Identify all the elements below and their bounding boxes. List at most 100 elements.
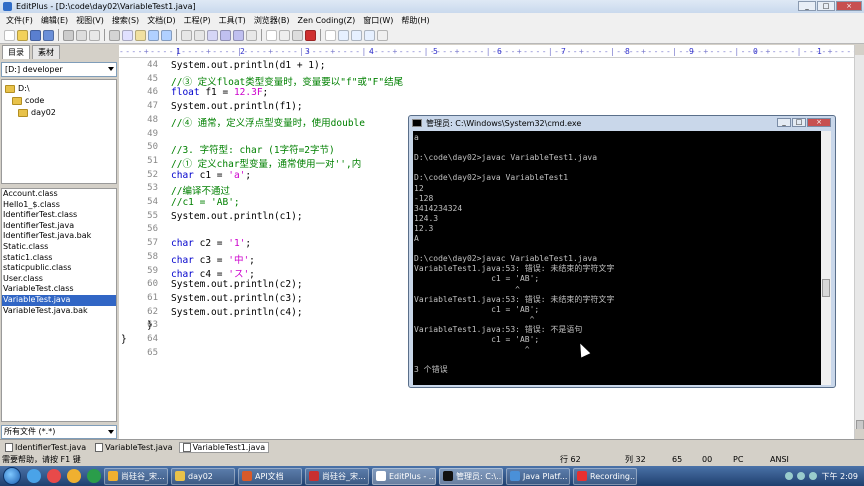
save-icon[interactable] [30, 29, 41, 41]
tab-cliptext[interactable]: 素材 [32, 45, 60, 59]
browser-view-icon[interactable] [325, 29, 336, 41]
check-icon[interactable] [305, 29, 316, 41]
minimize-button[interactable]: _ [798, 1, 816, 11]
menu-browser[interactable]: 浏览器(B) [250, 15, 294, 26]
task-button[interactable]: 管理员: C:\... [439, 467, 503, 485]
line-number-icon[interactable] [292, 29, 303, 41]
file-item[interactable]: static1.class [2, 253, 116, 264]
task-button[interactable]: Java Platf... [506, 467, 570, 485]
code-line[interactable]: System.out.println(c3); [171, 293, 303, 304]
scroll-up-button[interactable] [855, 45, 864, 55]
file-filter-select[interactable]: 所有文件 (*.*) [1, 425, 117, 439]
new-file-icon[interactable] [4, 29, 15, 41]
folder-item[interactable]: D:\ [5, 84, 30, 93]
menu-edit[interactable]: 编辑(E) [37, 15, 72, 26]
menu-zen-coding[interactable]: Zen Coding(Z) [294, 16, 360, 25]
chrome-icon[interactable] [67, 469, 81, 483]
app-quicklaunch-icon[interactable] [87, 469, 101, 483]
scroll-down-button[interactable] [855, 429, 864, 439]
task-button[interactable]: Recording... [573, 467, 637, 485]
media-icon[interactable] [47, 469, 61, 483]
code-line[interactable]: char c3 = '中'; [171, 252, 255, 266]
file-item[interactable]: Account.class [2, 189, 116, 200]
file-item[interactable]: User.class [2, 274, 116, 285]
menu-document[interactable]: 文档(D) [143, 15, 179, 26]
code-line[interactable]: //③ 定义float类型变量时，变量要以"f"或"F"结尾 [171, 74, 403, 88]
file-item-selected[interactable]: VariableTest.java [2, 294, 116, 306]
code-line[interactable]: } [147, 320, 153, 331]
open-folder-icon[interactable] [17, 29, 28, 41]
cliptext-icon[interactable] [351, 29, 362, 41]
word-wrap-icon[interactable] [266, 29, 277, 41]
spell-check-icon[interactable] [89, 29, 100, 41]
code-line[interactable]: //编译不通过 [171, 183, 230, 197]
save-all-icon[interactable] [43, 29, 54, 41]
task-button[interactable]: day02 [171, 467, 235, 485]
cmd-close-button[interactable]: × [807, 118, 831, 127]
font-icon[interactable] [220, 29, 231, 41]
copy-icon[interactable] [122, 29, 133, 41]
code-line[interactable]: System.out.println(c2); [171, 279, 303, 290]
doc-tab-variabletest[interactable]: VariableTest.java [92, 442, 175, 452]
split-view-icon[interactable] [338, 29, 349, 41]
print-preview-icon[interactable] [76, 29, 87, 41]
cmd-minimize-button[interactable]: _ [777, 118, 791, 127]
task-button[interactable]: API文档 [238, 467, 302, 485]
indent-icon[interactable] [246, 29, 257, 41]
task-button[interactable]: EditPlus - ... [372, 467, 436, 485]
folder-item[interactable]: day02 [18, 108, 56, 117]
doc-tab-variabletest1[interactable]: VariableTest1.java [178, 441, 270, 453]
redo-icon[interactable] [161, 29, 172, 41]
tab-directory[interactable]: 目录 [2, 45, 30, 59]
file-item[interactable]: Static.class [2, 242, 116, 253]
file-item[interactable]: staticpublic.class [2, 263, 116, 274]
ie-icon[interactable] [27, 469, 41, 483]
undo-icon[interactable] [148, 29, 159, 41]
menu-file[interactable]: 文件(F) [2, 15, 37, 26]
drive-select[interactable]: [D:] developer [1, 62, 117, 77]
console-scroll-thumb[interactable] [822, 279, 830, 297]
editor-vertical-scrollbar[interactable] [854, 45, 864, 439]
file-item[interactable]: VariableTest.class [2, 284, 116, 295]
code-line[interactable]: char c1 = 'a'; [171, 170, 251, 181]
paste-icon[interactable] [135, 29, 146, 41]
code-line[interactable]: System.out.println(c1); [171, 211, 303, 222]
find-icon[interactable] [181, 29, 192, 41]
replace-icon[interactable] [194, 29, 205, 41]
clock[interactable]: 下午 2:09 [821, 471, 858, 482]
start-button[interactable] [3, 467, 21, 485]
menu-window[interactable]: 窗口(W) [359, 15, 397, 26]
code-line[interactable]: System.out.println(f1); [171, 101, 303, 112]
code-line[interactable]: char c4 = 'ス'; [171, 266, 255, 280]
cmd-maximize-button[interactable]: □ [792, 118, 806, 127]
file-item[interactable]: IdentifierTest.class [2, 210, 116, 221]
volume-icon[interactable] [797, 472, 806, 480]
code-line[interactable]: //c1 = 'AB'; [171, 197, 240, 208]
flag-icon[interactable] [809, 472, 818, 480]
console-output[interactable]: a D:\code\day02>javac VariableTest1.java D… [413, 131, 821, 385]
help-icon[interactable] [377, 29, 388, 41]
menu-search[interactable]: 搜索(S) [108, 15, 143, 26]
code-line[interactable]: System.out.println(d1 + 1); [171, 60, 325, 71]
directory-icon[interactable] [364, 29, 375, 41]
maximize-button[interactable]: □ [817, 1, 835, 11]
code-line[interactable]: float f1 = 12.3F; [171, 87, 268, 98]
print-icon[interactable] [63, 29, 74, 41]
network-icon[interactable] [785, 472, 794, 480]
menu-view[interactable]: 视图(V) [72, 15, 108, 26]
ruler-icon[interactable] [279, 29, 290, 41]
goto-icon[interactable] [207, 29, 218, 41]
menu-tools[interactable]: 工具(T) [215, 15, 250, 26]
file-item[interactable]: IdentifierTest.java.bak [2, 231, 116, 242]
file-item[interactable]: Hello1_$.class [2, 200, 116, 211]
code-line[interactable]: //① 定义char型变量，通常使用一对'',内 [171, 156, 361, 170]
file-item[interactable]: IdentifierTest.java [2, 221, 116, 232]
close-button[interactable]: × [836, 1, 862, 11]
heading-icon[interactable] [233, 29, 244, 41]
menu-project[interactable]: 工程(P) [180, 15, 215, 26]
folder-item[interactable]: code [12, 96, 44, 105]
console-scrollbar[interactable] [821, 131, 831, 385]
doc-tab-identifiertest[interactable]: IdentifierTest.java [2, 442, 89, 452]
code-line[interactable]: } [121, 334, 127, 345]
code-line[interactable]: System.out.println(c4); [171, 307, 303, 318]
